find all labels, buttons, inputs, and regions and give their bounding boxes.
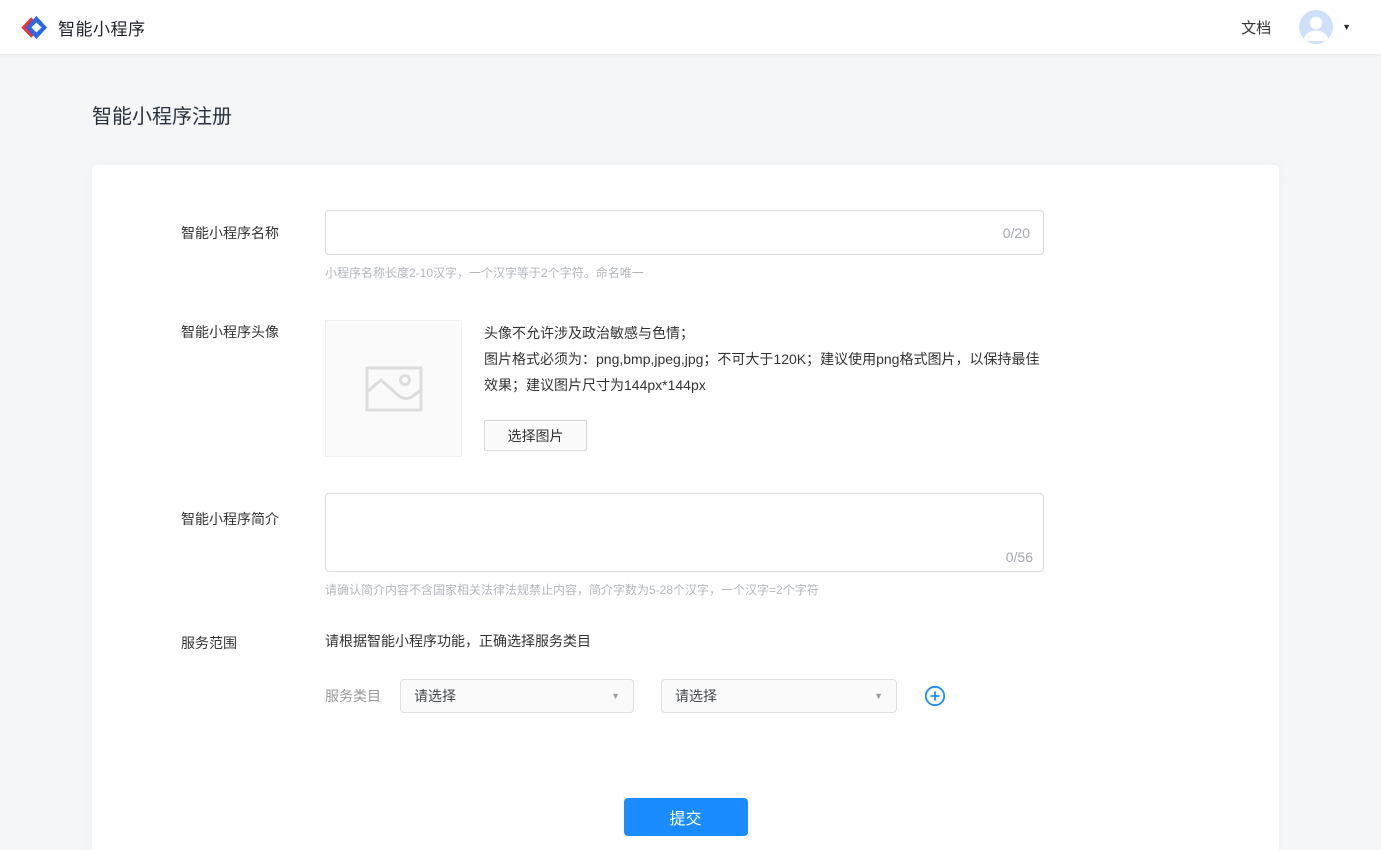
intro-textarea[interactable]	[326, 494, 1043, 571]
smart-miniprogram-logo-icon	[20, 14, 48, 41]
avatar-rule-2: 图片格式必须为：png,bmp,jpeg,jpg；不可大于120K；建议使用pn…	[484, 346, 1040, 398]
category-select-1-value: 请选择	[414, 686, 456, 706]
category-select-1-caret-down-icon: ▼	[611, 691, 620, 701]
name-label: 智能小程序名称	[92, 210, 325, 282]
image-placeholder-icon	[365, 366, 423, 412]
page-title: 智能小程序注册	[92, 103, 1381, 131]
category-select-2-caret-down-icon: ▼	[874, 691, 883, 701]
form-row-avatar: 智能小程序头像 头像不允许涉及政治敏感与色情； 图片格式必须为：png,bmp,…	[92, 320, 1279, 457]
plus-circle-icon	[924, 685, 946, 707]
form-row-name: 智能小程序名称 0/20 小程序名称长度2-10汉字，一个汉字等于2个字符。命名…	[92, 210, 1279, 282]
brand-home-link[interactable]: 智能小程序	[20, 14, 146, 41]
choose-image-button[interactable]: 选择图片	[484, 420, 587, 451]
avatar-image-placeholder	[325, 320, 462, 457]
registration-form-card: 智能小程序名称 0/20 小程序名称长度2-10汉字，一个汉字等于2个字符。命名…	[92, 165, 1279, 850]
docs-link[interactable]: 文档	[1241, 17, 1271, 38]
category-select-2-value: 请选择	[675, 686, 717, 706]
intro-label: 智能小程序简介	[92, 493, 325, 599]
intro-hint: 请确认简介内容不含国家相关法律法规禁止内容，简介字数为5-28个汉字，一个汉字=…	[325, 582, 1044, 599]
name-input-wrap: 0/20	[325, 210, 1044, 255]
avatar-label: 智能小程序头像	[92, 320, 325, 457]
scope-instruction: 请根据智能小程序功能，正确选择服务类目	[325, 631, 946, 651]
scope-label: 服务范围	[92, 631, 325, 713]
top-bar: 智能小程序 文档 ▼	[0, 0, 1381, 54]
intro-textarea-wrap: 0/56	[325, 493, 1044, 572]
add-category-button[interactable]	[924, 685, 946, 707]
submit-button[interactable]: 提交	[624, 798, 748, 836]
intro-char-counter: 0/56	[1006, 549, 1033, 565]
avatar-rule-1: 头像不允许涉及政治敏感与色情；	[484, 320, 1040, 346]
category-select-2[interactable]: 请选择 ▼	[661, 679, 897, 713]
name-input[interactable]	[326, 211, 1043, 254]
category-label: 服务类目	[325, 686, 400, 706]
form-row-scope: 服务范围 请根据智能小程序功能，正确选择服务类目 服务类目 请选择 ▼ 请选择 …	[92, 631, 1279, 713]
category-select-1[interactable]: 请选择 ▼	[400, 679, 634, 713]
form-row-intro: 智能小程序简介 0/56 请确认简介内容不含国家相关法律法规禁止内容，简介字数为…	[92, 493, 1279, 599]
user-menu[interactable]: ▼	[1299, 10, 1351, 44]
user-avatar[interactable]	[1299, 10, 1333, 44]
user-menu-caret-down-icon[interactable]: ▼	[1342, 23, 1351, 32]
brand-title: 智能小程序	[58, 15, 146, 40]
name-hint: 小程序名称长度2-10汉字，一个汉字等于2个字符。命名唯一	[325, 265, 1044, 282]
name-char-counter: 0/20	[1003, 225, 1030, 241]
